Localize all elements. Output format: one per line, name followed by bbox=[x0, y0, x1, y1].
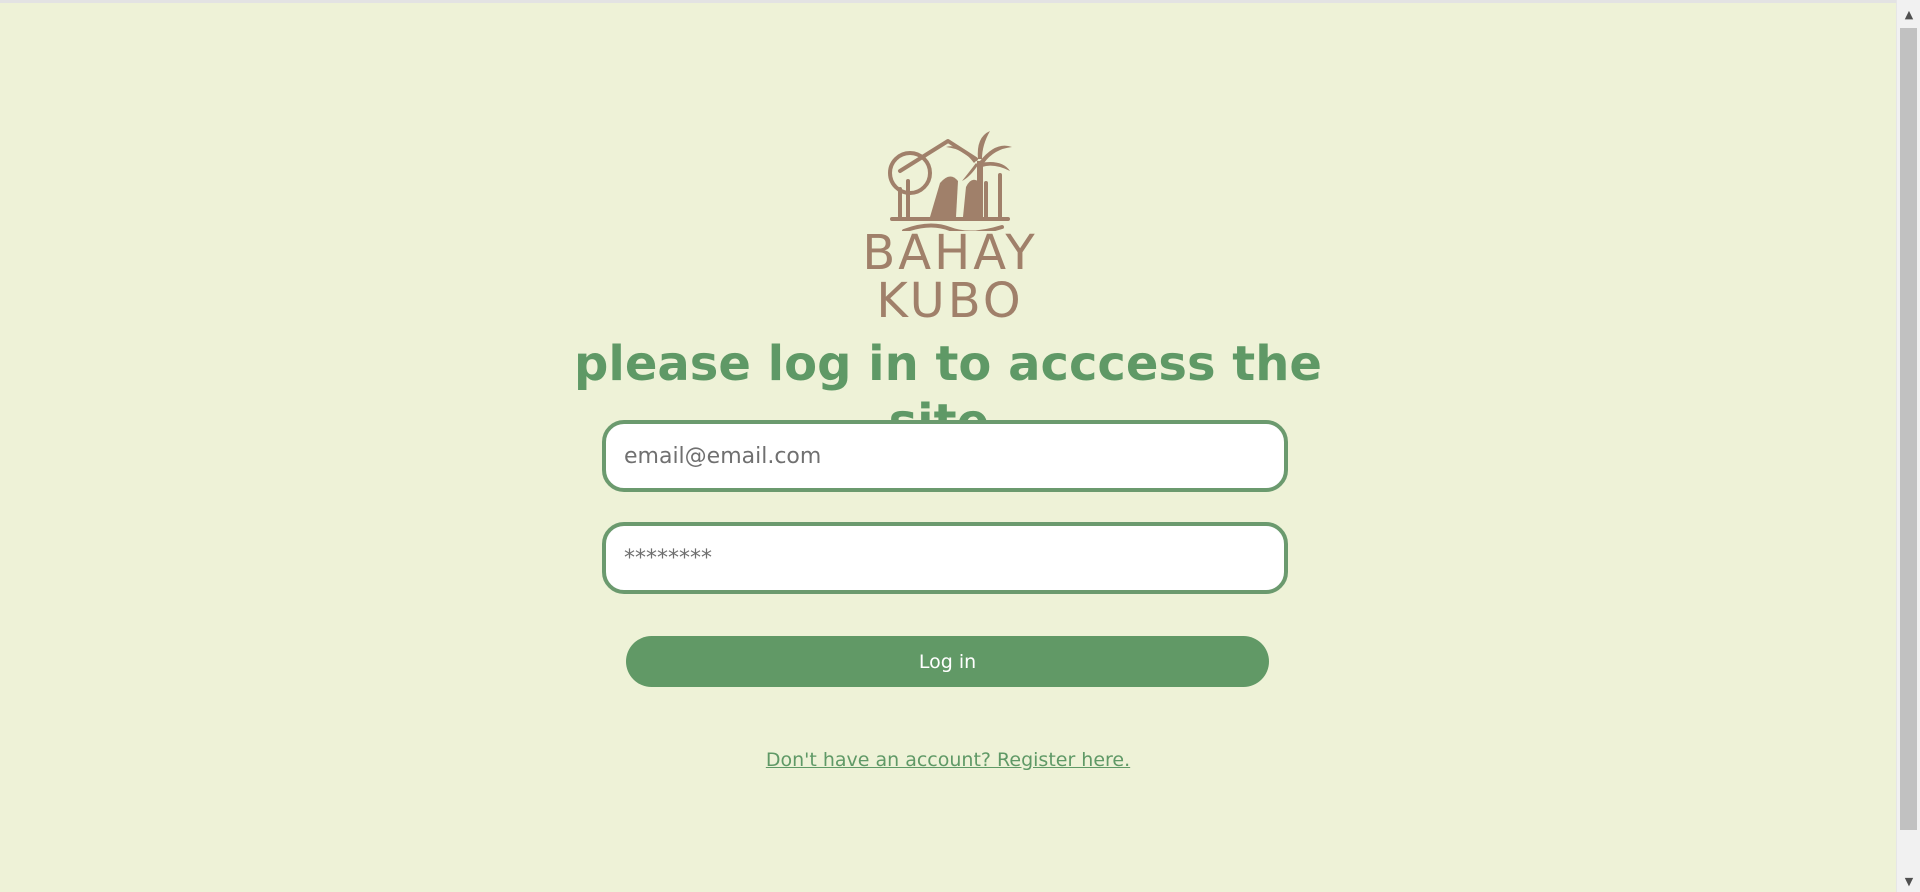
hut-with-palm-tree-icon bbox=[888, 131, 1012, 231]
login-page: BAHAY KUBO please log in to acccess the … bbox=[0, 3, 1896, 892]
scrollbar-thumb[interactable] bbox=[1900, 28, 1917, 830]
login-button[interactable]: Log in bbox=[626, 636, 1269, 687]
vertical-scrollbar[interactable]: ▲ ▼ bbox=[1896, 0, 1920, 892]
password-field[interactable] bbox=[602, 522, 1288, 594]
email-field[interactable] bbox=[602, 420, 1288, 492]
register-link[interactable]: Don't have an account? Register here. bbox=[600, 749, 1296, 771]
scroll-up-arrow-icon[interactable]: ▲ bbox=[1897, 3, 1920, 25]
brand-logo: BAHAY KUBO bbox=[780, 131, 1120, 325]
brand-name: BAHAY KUBO bbox=[862, 225, 1038, 329]
scroll-down-arrow-icon[interactable]: ▼ bbox=[1897, 870, 1920, 892]
